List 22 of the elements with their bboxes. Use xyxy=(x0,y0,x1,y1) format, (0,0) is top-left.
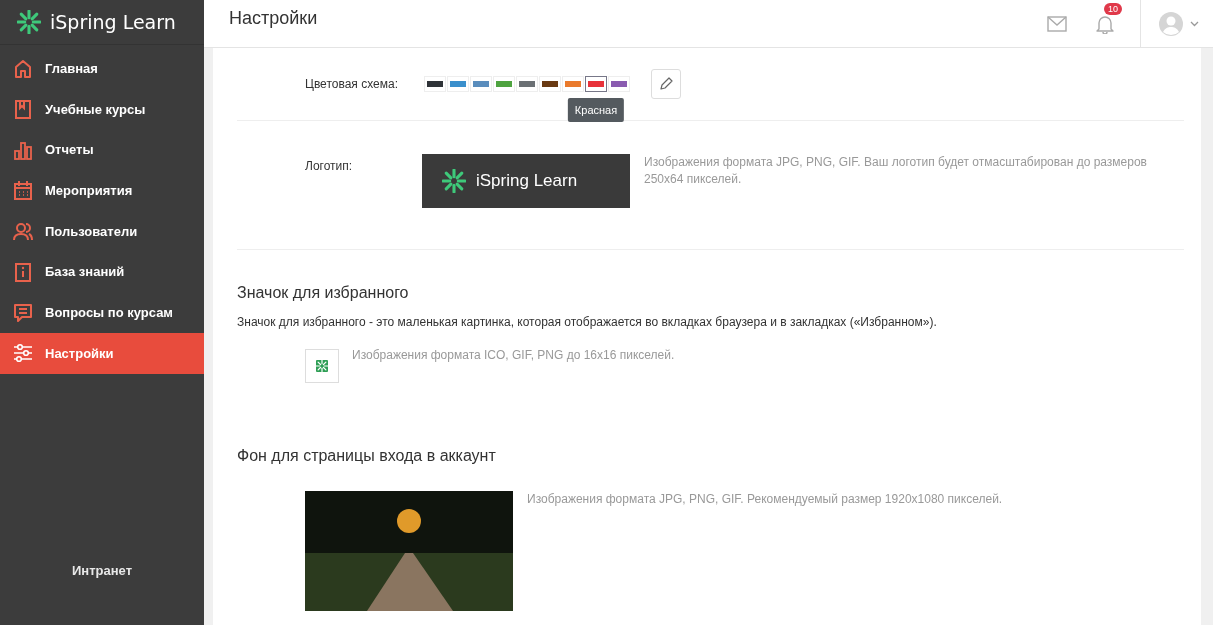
intranet-link[interactable]: Интранет xyxy=(72,563,132,578)
brand-name: iSpring Learn xyxy=(50,11,176,33)
nav-item[interactable]: Главная xyxy=(0,48,204,89)
hint-text: Изображения формата ICO, GIF, PNG до 16x16 пикселей. xyxy=(352,347,675,364)
nav-item[interactable]: Учебные курсы xyxy=(0,88,204,130)
nav-item[interactable]: Отчеты xyxy=(0,129,204,171)
hint-text: Изображения формата JPG, PNG, GIF. Ваш логотип будет отмасштабирован до размеров 250x64 пикселей. xyxy=(644,154,1148,188)
tooltip: Красная xyxy=(567,98,625,122)
notification-badge: 10 xyxy=(1104,2,1122,15)
field-label: Цветовая схема: xyxy=(305,77,399,91)
nav-item[interactable]: База знаний xyxy=(0,251,204,293)
logo-text: iSpring Learn xyxy=(476,171,578,191)
page-title: Настройки xyxy=(229,8,318,29)
nav-item[interactable]: Вопросы по курсам xyxy=(0,292,204,333)
nav-item[interactable]: Пользователи xyxy=(0,210,204,252)
section-heading: Значок для избранного xyxy=(237,283,410,302)
hint-text: Изображения формата JPG, PNG, GIF. Рекомендуемый размер 1920x1080 пикселей. xyxy=(527,491,1003,508)
nav-item[interactable]: Мероприятия xyxy=(0,170,204,211)
description-text: Значок для избранного - это маленькая картинка, которая отображается во вкладках браузера и в закладках («Избранном»). xyxy=(237,315,938,329)
nav-item[interactable]: Настройки xyxy=(0,332,204,374)
field-label: Логотип: xyxy=(305,158,354,175)
section-heading: Фон для страницы входа в аккаунт xyxy=(237,446,497,465)
